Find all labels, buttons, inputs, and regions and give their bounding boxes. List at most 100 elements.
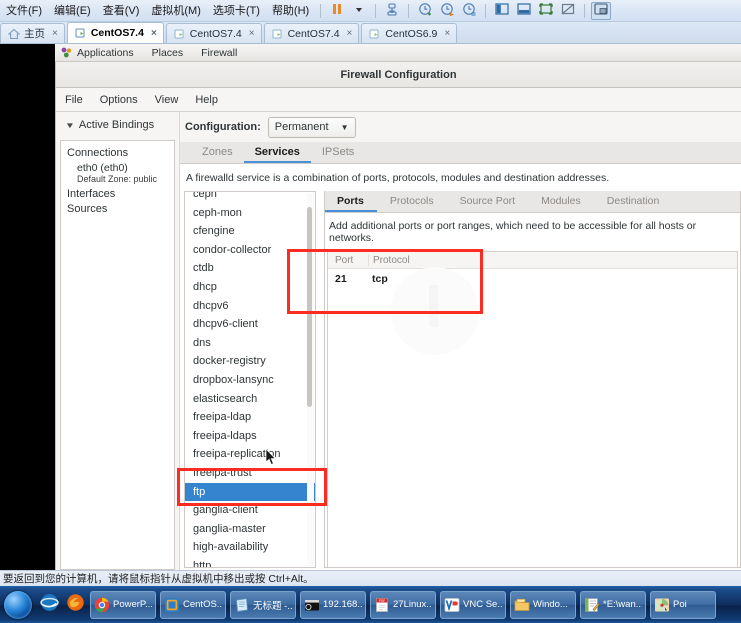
vmware-tab-home[interactable]: 主页 × [0,23,65,43]
service-item-freeipa-ldaps[interactable]: freeipa-ldaps [185,427,315,446]
snapshot-manager-icon[interactable] [382,2,402,20]
service-item-http[interactable]: http [185,557,315,567]
vmware-menu-file[interactable]: 文件(F) [0,0,48,22]
start-button[interactable] [4,590,32,619]
gnome-places-menu[interactable]: Places [143,47,193,59]
tab-ipsets[interactable]: IPSets [311,142,365,163]
tab-protocols[interactable]: Protocols [377,191,447,212]
firewall-main-pane: Configuration: Permanent ▼ Zones Service… [180,112,741,570]
vmware-menu-tabs[interactable]: 选项卡(T) [207,0,266,22]
gnome-app-name[interactable]: Firewall [192,47,246,59]
service-item-condor-collector[interactable]: condor-collector [185,241,315,260]
vm-icon [272,28,284,40]
tree-item-sources[interactable]: Sources [61,202,174,217]
console-view-icon[interactable] [591,1,612,20]
menu-options[interactable]: Options [100,94,147,106]
service-item-ganglia-master[interactable]: ganglia-master [185,520,315,539]
tab-zones[interactable]: Zones [191,142,244,163]
pause-icon[interactable] [327,2,347,20]
revert-snapshot-icon[interactable] [437,2,457,20]
windows-taskbar: PowerP... CentOS... 无标题 -... 192.168... … [0,586,741,623]
service-item-freeipa-trust[interactable]: freeipa-trust [185,464,315,483]
vmware-tab-centos74-1[interactable]: CentOS7.4 × [66,22,164,43]
gnome-applications-menu[interactable]: Applications [77,47,143,59]
menu-help[interactable]: Help [195,94,227,106]
taskbar-item-powerpoint[interactable]: Poi [650,590,716,619]
service-item-docker-registry[interactable]: docker-registry [185,352,315,371]
close-icon[interactable]: × [151,28,157,39]
tab-destination[interactable]: Destination [594,191,673,212]
screen-root: 文件(F) 编辑(E) 查看(V) 虚拟机(M) 选项卡(T) 帮助(H) 主页… [0,0,741,623]
taskbar-item-label: *E:\wan... [603,599,642,610]
services-scrollbar-track[interactable] [307,193,314,566]
vmware-tab-centos74-3[interactable]: CentOS7.4 × [263,23,360,43]
menu-view[interactable]: View [155,94,188,106]
close-icon[interactable]: × [347,28,353,39]
vmware-tab-centos74-2[interactable]: CentOS7.4 × [165,23,262,43]
service-item-dhcpv6-client[interactable]: dhcpv6-client [185,315,315,334]
home-icon [7,28,21,40]
services-scrollbar-thumb[interactable] [307,207,312,407]
menu-file[interactable]: File [65,94,92,106]
tab-source-port[interactable]: Source Port [447,191,528,212]
taskbar-item-chrome[interactable]: PowerP... [90,590,156,619]
tree-item-interfaces[interactable]: Interfaces [61,187,174,202]
services-list-inner: ceph ceph-mon cfengine condor-collector … [185,192,315,567]
service-item-high-availability[interactable]: high-availability [185,538,315,557]
taskbar-item-notepad[interactable]: 无标题 -... [230,590,296,619]
table-row[interactable]: 21 tcp [328,269,737,289]
service-item-ganglia-client[interactable]: ganglia-client [185,501,315,520]
active-bindings-header[interactable]: ▼ Active Bindings [56,112,179,138]
ports-table[interactable]: Port Protocol 21 tcp [327,251,738,567]
show-library-icon[interactable] [492,2,512,20]
unity-mode-icon[interactable] [558,2,578,20]
vmware-tab-centos69[interactable]: CentOS6.9 × [361,23,458,43]
tree-item-eth0[interactable]: eth0 (eth0) [61,161,174,174]
service-item-dhcp[interactable]: dhcp [185,278,315,297]
service-item-freeipa-replication[interactable]: freeipa-replication [185,445,315,464]
service-item-dns[interactable]: dns [185,334,315,353]
close-icon[interactable]: × [52,28,58,39]
editor-icon [584,597,600,613]
taskbar-item-vmware[interactable]: CentOS... [160,590,226,619]
active-bindings-label: Active Bindings [78,119,155,131]
service-item-ceph[interactable]: ceph [185,192,315,204]
notepad-icon [234,597,250,613]
tab-ports[interactable]: Ports [325,191,377,212]
services-list[interactable]: ceph ceph-mon cfengine condor-collector … [184,191,316,568]
close-icon[interactable]: × [249,28,255,39]
connections-tree[interactable]: Connections eth0 (eth0) Default Zone: pu… [60,140,175,570]
manage-snapshots-icon[interactable] [459,2,479,20]
service-item-dropbox-lansync[interactable]: dropbox-lansync [185,371,315,390]
vmware-menu-edit[interactable]: 编辑(E) [48,0,97,22]
taskbar-item-vnc[interactable]: VNC Se... [440,590,506,619]
service-item-freeipa-ldap[interactable]: freeipa-ldap [185,408,315,427]
quicklaunch-ie[interactable] [36,591,62,619]
service-item-dhcpv6[interactable]: dhcpv6 [185,297,315,316]
taskbar-item-pdf[interactable]: PDF 27Linux... [370,590,436,619]
service-item-cfengine[interactable]: cfengine [185,222,315,241]
configuration-select[interactable]: Permanent ▼ [267,116,356,138]
taskbar-item-terminal[interactable]: 192.168... [300,590,366,619]
taskbar-item-explorer[interactable]: Windo... [510,590,576,619]
show-thumbnails-icon[interactable] [514,2,534,20]
service-item-elasticsearch[interactable]: elasticsearch [185,390,315,409]
vmware-menu-view[interactable]: 查看(V) [97,0,146,22]
tab-modules[interactable]: Modules [528,191,594,212]
take-snapshot-icon[interactable] [415,2,435,20]
taskbar-item-editor[interactable]: *E:\wan... [580,590,646,619]
quicklaunch-firefox[interactable] [62,591,88,619]
service-item-ftp[interactable]: ftp [185,482,315,502]
chrome-icon [94,597,110,613]
dropdown-caret-icon[interactable] [349,2,369,20]
tree-item-connections[interactable]: Connections [61,146,174,161]
vmware-menu-help[interactable]: 帮助(H) [266,0,315,22]
status-text: 要返回到您的计算机，请将鼠标指针从虚拟机中移出或按 Ctrl+Alt。 [3,573,314,585]
vmware-menu-vm[interactable]: 虚拟机(M) [145,0,207,22]
close-icon[interactable]: × [444,28,450,39]
fullscreen-icon[interactable] [536,2,556,20]
service-item-ctdb[interactable]: ctdb [185,259,315,278]
service-item-ceph-mon[interactable]: ceph-mon [185,204,315,223]
chevron-down-icon: ▼ [340,122,349,132]
tab-services[interactable]: Services [243,142,311,163]
